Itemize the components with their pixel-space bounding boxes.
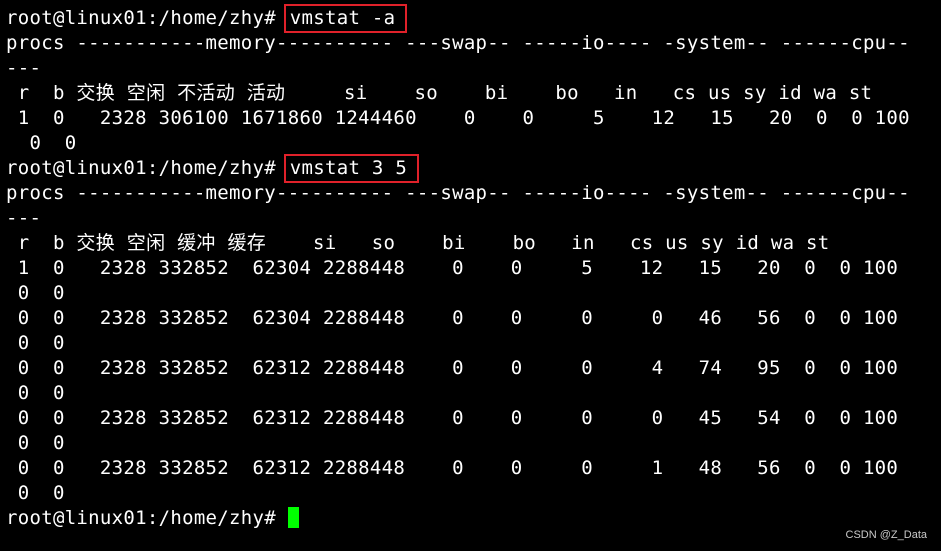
shell-prompt: root@linux01:/home/zhy#: [6, 157, 288, 179]
active-prompt-line[interactable]: root@linux01:/home/zhy#: [6, 506, 299, 531]
output-line: ---: [6, 57, 42, 79]
output-line: 0 0 2328 332852 62312 2288448 0 0 0 1 48…: [6, 457, 899, 479]
output-line: 1 0 2328 332852 62304 2288448 0 0 5 12 1…: [6, 257, 899, 279]
output-line: 0 0 2328 332852 62304 2288448 0 0 0 0 46…: [6, 307, 899, 329]
output-line: 0 0: [6, 282, 65, 304]
output-line: r b 交换 空闲 不活动 活动 si so bi bo in cs us sy…: [6, 82, 873, 104]
output-line: 0 0: [6, 382, 65, 404]
terminal-window[interactable]: root@linux01:/home/zhy# vmstat -a procs …: [0, 0, 941, 551]
output-line: 0 0: [6, 432, 65, 454]
highlighted-command-2: vmstat 3 5: [283, 154, 420, 183]
highlighted-command-1: vmstat -a: [283, 4, 408, 33]
watermark: CSDN @Z_Data: [845, 529, 927, 541]
output-line: 0 0: [6, 132, 77, 154]
output-line: procs -----------memory---------- ---swa…: [6, 182, 910, 204]
output-line: 0 0: [6, 332, 65, 354]
output-line: 0 0 2328 332852 62312 2288448 0 0 0 4 74…: [6, 357, 899, 379]
output-line: 0 0: [6, 482, 65, 504]
command-line-2: root@linux01:/home/zhy# vmstat 3 5: [6, 154, 420, 183]
output-line: 0 0 2328 332852 62312 2288448 0 0 0 0 45…: [6, 407, 899, 429]
command-line-1: root@linux01:/home/zhy# vmstat -a: [6, 4, 408, 33]
text-cursor: [287, 507, 299, 528]
shell-prompt: root@linux01:/home/zhy#: [6, 507, 288, 529]
output-line: r b 交换 空闲 缓冲 缓存 si so bi bo in cs us sy …: [6, 232, 830, 254]
output-line: ---: [6, 207, 42, 229]
shell-prompt: root@linux01:/home/zhy#: [6, 7, 288, 29]
output-line: procs -----------memory---------- ---swa…: [6, 32, 910, 54]
output-line: 1 0 2328 306100 1671860 1244460 0 0 5 12…: [6, 107, 910, 129]
